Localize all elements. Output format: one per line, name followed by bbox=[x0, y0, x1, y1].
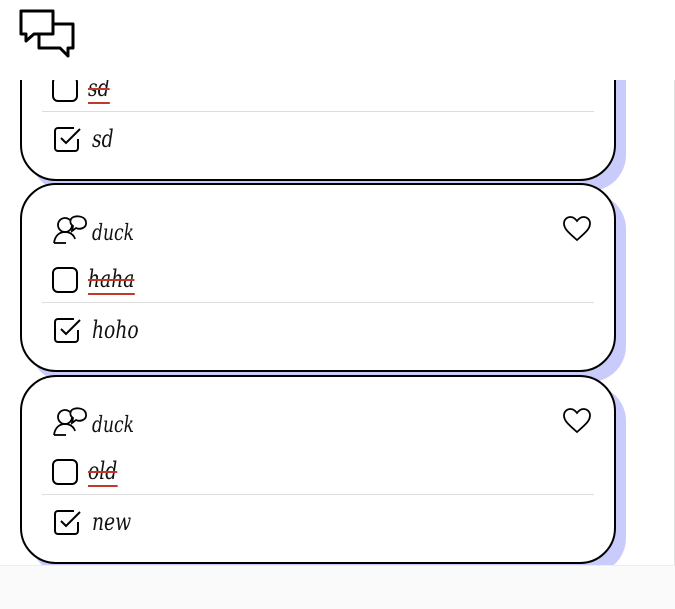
author-name: duck bbox=[92, 221, 135, 246]
divider bbox=[42, 494, 594, 495]
checked-checkbox-icon[interactable] bbox=[52, 315, 82, 345]
unchecked-checkbox[interactable] bbox=[52, 459, 78, 485]
post-author: duck bbox=[52, 405, 146, 437]
chat-bubbles-icon[interactable] bbox=[18, 8, 76, 60]
todo-item-text: hoho bbox=[92, 316, 139, 344]
unchecked-checkbox[interactable] bbox=[52, 267, 78, 293]
user-speech-icon bbox=[53, 407, 87, 436]
author-name: duck bbox=[92, 413, 135, 438]
divider bbox=[42, 302, 594, 303]
todo-item[interactable]: sd bbox=[52, 124, 120, 154]
post-author: duck bbox=[52, 213, 146, 245]
todo-item-text: sd bbox=[92, 125, 114, 153]
checked-checkbox-icon[interactable] bbox=[52, 507, 82, 537]
post-card: duck old new bbox=[20, 375, 616, 564]
heart-icon[interactable] bbox=[562, 215, 592, 243]
checked-checkbox-icon[interactable] bbox=[52, 124, 82, 154]
todo-item-text: new bbox=[92, 508, 132, 536]
user-speech-icon bbox=[53, 215, 87, 244]
todo-item-text: haha bbox=[88, 265, 135, 295]
post-feed[interactable]: sd sd duck haha hoho duck old new bbox=[0, 0, 675, 580]
todo-item[interactable]: hoho bbox=[52, 315, 152, 345]
divider bbox=[42, 111, 594, 112]
todo-item-text: old bbox=[88, 457, 118, 487]
bottom-bar bbox=[0, 565, 675, 609]
heart-icon[interactable] bbox=[562, 407, 592, 435]
todo-item[interactable]: new bbox=[52, 507, 142, 537]
app-header bbox=[0, 0, 675, 80]
todo-item[interactable]: haha bbox=[52, 265, 148, 295]
todo-item[interactable]: old bbox=[52, 457, 126, 487]
post-card: duck haha hoho bbox=[20, 183, 616, 372]
